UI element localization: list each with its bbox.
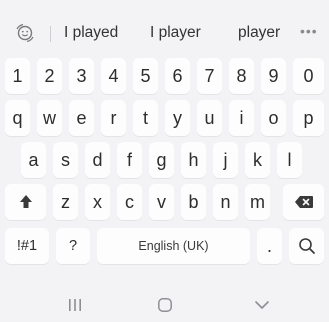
back-chevron-icon	[255, 301, 269, 309]
key-s[interactable]: s	[53, 142, 78, 178]
search-icon	[298, 238, 315, 254]
shift-key[interactable]	[5, 184, 46, 220]
suggestion-3[interactable]: player	[238, 24, 280, 42]
key-i[interactable]: i	[229, 100, 254, 136]
key-j[interactable]: j	[213, 142, 238, 178]
key-a[interactable]: a	[21, 142, 46, 178]
key-7[interactable]: 7	[197, 58, 222, 94]
home-button[interactable]	[150, 294, 180, 316]
key-h[interactable]: h	[181, 142, 206, 178]
suggestion-2[interactable]: I player	[150, 24, 201, 42]
key-4[interactable]: 4	[101, 58, 126, 94]
key-2[interactable]: 2	[37, 58, 62, 94]
key-d[interactable]: d	[85, 142, 110, 178]
key-q[interactable]: q	[5, 100, 30, 136]
key-6[interactable]: 6	[165, 58, 190, 94]
space-bar[interactable]: English (UK)	[97, 228, 250, 264]
shift-arrow-icon	[19, 195, 32, 208]
key-0[interactable]: 0	[293, 58, 324, 94]
more-options-icon[interactable]: •••	[300, 23, 318, 39]
recents-button[interactable]	[60, 294, 90, 316]
key-z[interactable]: z	[53, 184, 78, 220]
space-row: !#1 ? English (UK) .	[0, 228, 329, 266]
key-n[interactable]: n	[213, 184, 238, 220]
key-e[interactable]: e	[69, 100, 94, 136]
navigation-bar	[0, 288, 329, 322]
home-icon	[158, 298, 172, 312]
number-row: 1 2 3 4 5 6 7 8 9 0	[0, 58, 329, 96]
key-8[interactable]: 8	[229, 58, 254, 94]
key-o[interactable]: o	[261, 100, 286, 136]
key-u[interactable]: u	[197, 100, 222, 136]
key-w[interactable]: w	[37, 100, 62, 136]
suggestion-1[interactable]: I played	[64, 24, 118, 42]
key-p[interactable]: p	[293, 100, 324, 136]
emoji-toggle-icon[interactable]	[12, 22, 38, 44]
search-key[interactable]	[289, 228, 324, 264]
key-1[interactable]: 1	[5, 58, 30, 94]
key-3[interactable]: 3	[69, 58, 94, 94]
key-t[interactable]: t	[133, 100, 158, 136]
middle-letter-row: a s d f g h j k l	[0, 142, 329, 180]
key-y[interactable]: y	[165, 100, 190, 136]
suggestion-divider	[50, 26, 51, 42]
key-g[interactable]: g	[149, 142, 174, 178]
backspace-icon	[294, 196, 313, 208]
top-letter-row: q w e r t y u i o p	[0, 100, 329, 138]
suggestion-bar: I played I player player •••	[0, 0, 329, 58]
back-button[interactable]	[247, 294, 277, 316]
key-9[interactable]: 9	[261, 58, 286, 94]
backspace-key[interactable]	[283, 184, 324, 220]
key-x[interactable]: x	[85, 184, 110, 220]
key-l[interactable]: l	[277, 142, 302, 178]
period-key[interactable]: .	[257, 228, 282, 264]
key-r[interactable]: r	[101, 100, 126, 136]
key-k[interactable]: k	[245, 142, 270, 178]
symbols-key[interactable]: !#1	[5, 228, 49, 264]
key-c[interactable]: c	[117, 184, 142, 220]
key-f[interactable]: f	[117, 142, 142, 178]
recents-icon	[69, 299, 81, 311]
question-mark-key[interactable]: ?	[56, 228, 90, 264]
key-5[interactable]: 5	[133, 58, 158, 94]
key-v[interactable]: v	[149, 184, 174, 220]
key-m[interactable]: m	[245, 184, 270, 220]
bottom-letter-row: z x c v b n m	[0, 184, 329, 222]
key-b[interactable]: b	[181, 184, 206, 220]
